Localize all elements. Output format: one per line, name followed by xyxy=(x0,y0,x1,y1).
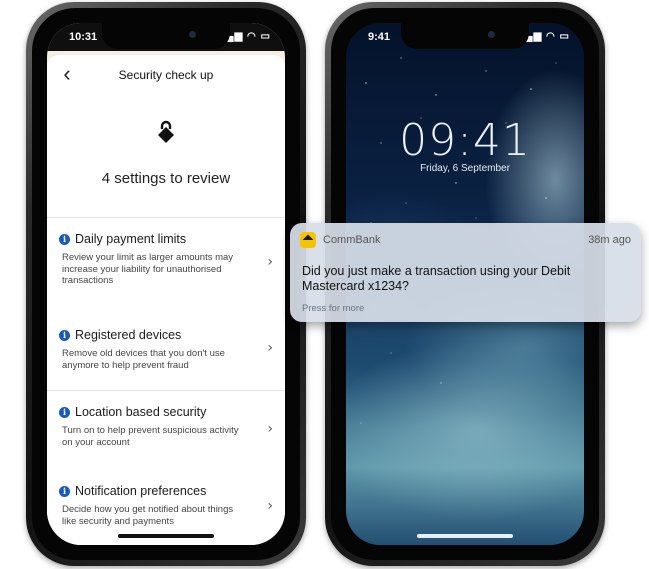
chevron-right-icon: › xyxy=(267,340,273,356)
chevron-right-icon: › xyxy=(267,498,273,514)
item-description: Decide how you get notified about things… xyxy=(62,504,234,527)
lock-illustration xyxy=(47,95,285,165)
left-phone: 10:31 ▂▄▆ ◠ ▭ ‹ Security check up 4 sett… xyxy=(26,2,306,566)
item-description: Turn on to help prevent suspicious activ… xyxy=(62,425,239,448)
list-item-daily-payment-limits[interactable]: i Daily payment limits Review your limit… xyxy=(47,218,285,314)
notch xyxy=(401,23,529,49)
home-indicator[interactable] xyxy=(118,534,214,538)
notification-app-name: CommBank xyxy=(323,234,381,246)
notification-message: Did you just make a transaction using yo… xyxy=(302,264,571,293)
lock-icon xyxy=(158,120,174,143)
notification-header: CommBank 38m ago xyxy=(300,232,631,248)
camera-icon xyxy=(488,31,495,38)
item-title: Location based security xyxy=(75,405,207,419)
info-icon: i xyxy=(59,485,70,497)
status-time: 10:31 xyxy=(69,31,98,43)
home-indicator[interactable] xyxy=(417,534,513,538)
security-checkup-sheet: ‹ Security check up 4 settings to review… xyxy=(47,55,285,545)
item-title: Registered devices xyxy=(75,328,182,342)
list-item-registered-devices[interactable]: i Registered devices Remove old devices … xyxy=(47,314,285,390)
info-icon: i xyxy=(59,233,70,245)
item-description: Review your limit as larger amounts may … xyxy=(62,252,234,286)
item-description: Remove old devices that you don't use an… xyxy=(62,348,225,371)
info-icon: i xyxy=(59,406,70,418)
commbank-logo-icon xyxy=(300,232,316,248)
notification-time: 38m ago xyxy=(588,234,631,246)
settings-summary: 4 settings to review xyxy=(101,170,231,187)
list-item-location-based-security[interactable]: i Location based security Turn on to hel… xyxy=(47,390,285,470)
push-notification[interactable]: CommBank 38m ago Did you just make a tra… xyxy=(290,223,641,322)
notification-footer: Press for more xyxy=(302,303,365,314)
chevron-right-icon: › xyxy=(267,421,273,437)
left-phone-screen: 10:31 ▂▄▆ ◠ ▭ ‹ Security check up 4 sett… xyxy=(47,23,285,545)
chevron-right-icon: › xyxy=(267,254,273,270)
list-item-notification-preferences[interactable]: i Notification preferences Decide how yo… xyxy=(47,470,285,540)
status-time: 9:41 xyxy=(368,31,391,43)
item-title: Daily payment limits xyxy=(75,232,187,246)
page-title: Security check up xyxy=(118,68,214,82)
phone-bezel: 10:31 ▂▄▆ ◠ ▭ ‹ Security check up 4 sett… xyxy=(32,8,300,560)
item-title: Notification preferences xyxy=(75,484,207,498)
nav-bar: ‹ Security check up xyxy=(47,55,285,95)
settings-list: i Daily payment limits Review your limit… xyxy=(47,217,285,540)
camera-icon xyxy=(189,31,196,38)
info-icon: i xyxy=(59,329,70,341)
lock-screen-clock: 09:41 xyxy=(399,115,531,166)
notch xyxy=(102,23,230,49)
lock-screen-date: Friday, 6 September xyxy=(420,163,510,174)
